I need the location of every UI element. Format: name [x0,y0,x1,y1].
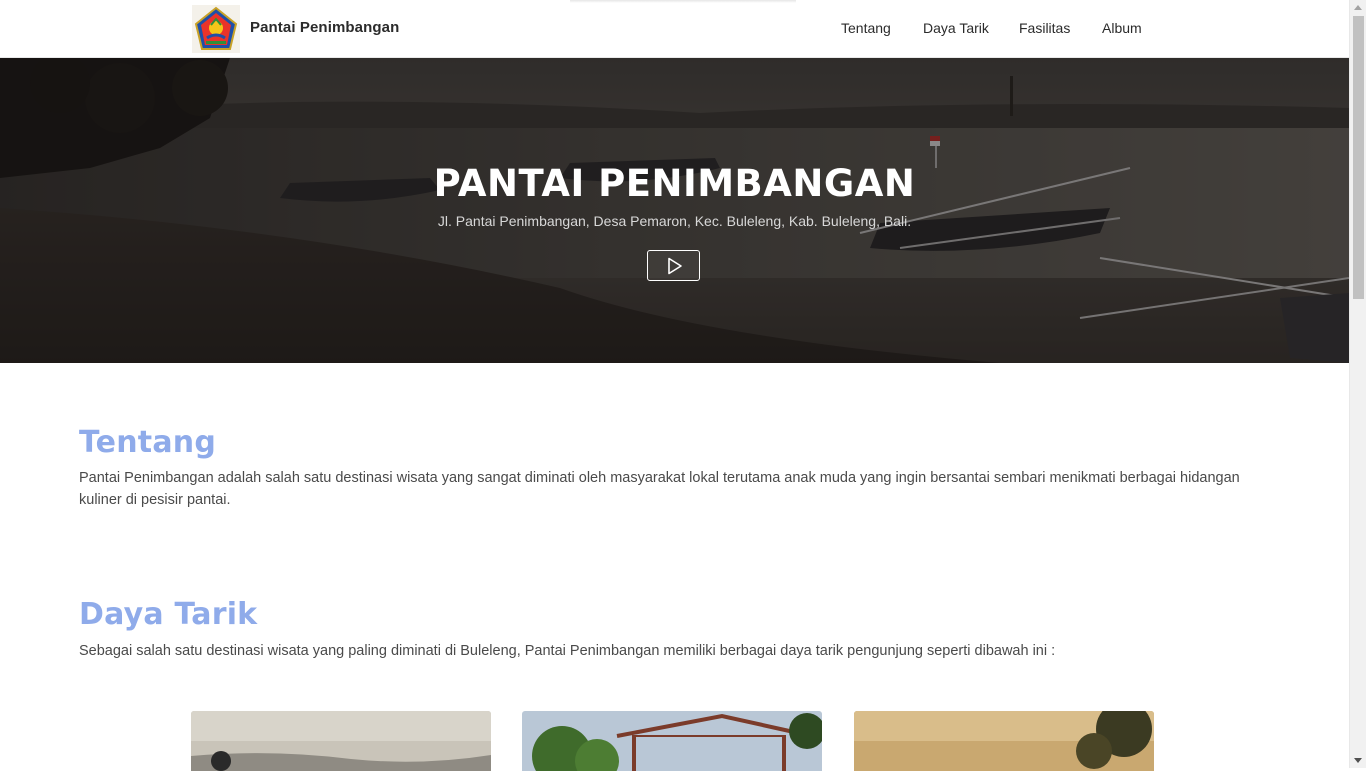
attraction-card[interactable] [191,711,491,771]
attraction-card[interactable] [522,711,822,771]
scroll-down-icon[interactable] [1354,758,1362,763]
main-nav: Tentang Daya Tarik Fasilitas Album [0,20,1349,40]
about-text: Pantai Penimbangan adalah salah satu des… [79,470,1240,508]
hero-banner: PANTAI PENIMBANGAN Jl. Pantai Penimbanga… [0,58,1349,363]
attractions-text: Sebagai salah satu destinasi wisata yang… [79,643,1056,659]
scroll-up-icon[interactable] [1354,5,1362,10]
attraction-cards [0,711,1349,771]
attractions-title: Daya Tarik [79,597,258,632]
nav-fasilitas[interactable]: Fasilitas [1019,20,1070,36]
hero-overlay [0,58,1349,363]
attraction-image [522,711,822,771]
about-title: Tentang [79,425,217,460]
hero-address: Jl. Pantai Penimbangan, Desa Pemaron, Ke… [437,213,912,229]
play-icon [668,257,682,275]
nav-tentang[interactable]: Tentang [841,20,891,36]
nav-daya-tarik[interactable]: Daya Tarik [923,20,989,36]
attraction-card[interactable] [854,711,1154,771]
hero-title: PANTAI PENIMBANGAN [433,162,916,205]
page-scrollbar[interactable] [1349,0,1366,768]
header-shadow [570,0,796,3]
play-video-button[interactable] [647,250,700,281]
attraction-image [191,711,491,771]
scrollbar-thumb[interactable] [1353,16,1364,299]
site-header: Pantai Penimbangan Tentang Daya Tarik Fa… [0,0,1349,58]
nav-album[interactable]: Album [1102,20,1142,36]
attraction-image [854,711,1154,771]
